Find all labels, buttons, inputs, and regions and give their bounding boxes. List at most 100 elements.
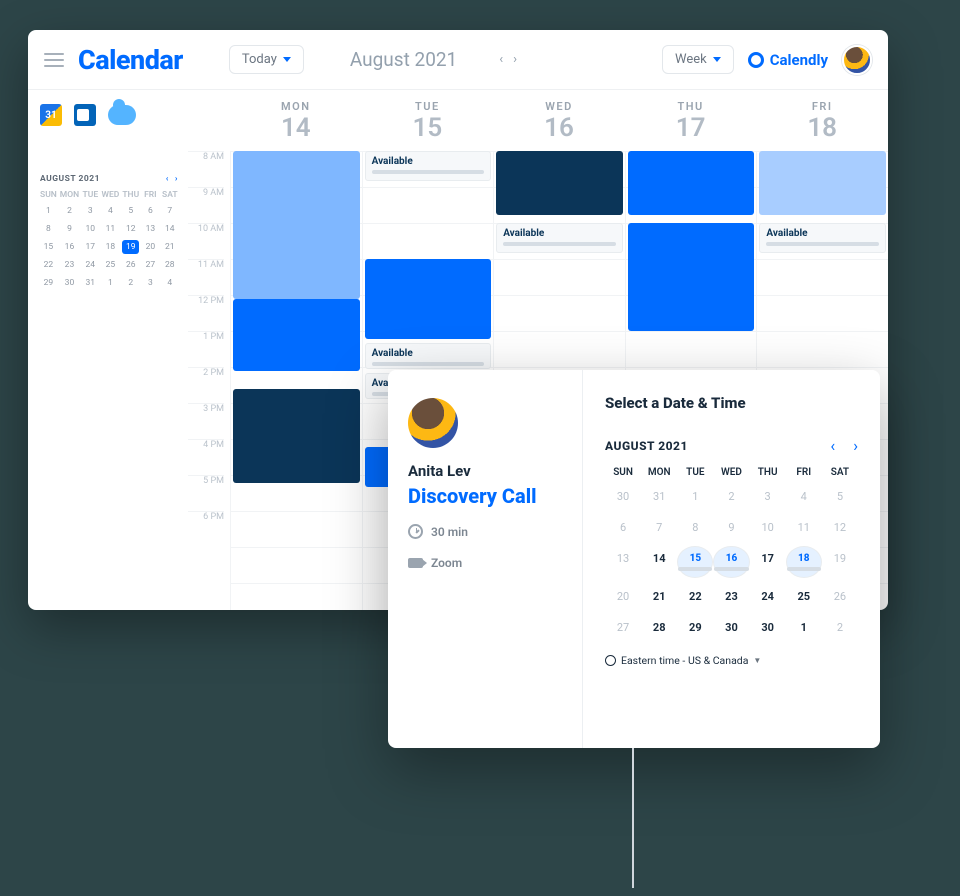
mini-day[interactable]: 22 bbox=[40, 258, 57, 272]
picker-day[interactable]: 27 bbox=[605, 615, 641, 640]
mini-day[interactable]: 1 bbox=[40, 204, 57, 218]
calendly-badge[interactable]: Calendly bbox=[748, 51, 828, 69]
mini-day[interactable]: 24 bbox=[82, 258, 98, 272]
event-block[interactable] bbox=[365, 259, 492, 339]
mini-day[interactable]: 3 bbox=[142, 276, 158, 290]
mini-day[interactable]: 27 bbox=[142, 258, 158, 272]
calendly-icon bbox=[748, 52, 764, 68]
mini-day[interactable]: 30 bbox=[60, 276, 79, 290]
menu-icon[interactable] bbox=[44, 53, 64, 67]
outlook-icon[interactable] bbox=[74, 104, 96, 126]
event-block[interactable] bbox=[759, 151, 886, 215]
timezone-selector[interactable]: Eastern time - US & Canada ▼ bbox=[605, 654, 858, 667]
event-block[interactable] bbox=[496, 151, 623, 215]
picker-day[interactable]: 12 bbox=[822, 515, 858, 540]
available-slot[interactable]: Available bbox=[759, 223, 886, 253]
mini-day[interactable]: 18 bbox=[102, 240, 120, 254]
mini-day[interactable]: 20 bbox=[142, 240, 158, 254]
event-block[interactable] bbox=[628, 223, 755, 331]
picker-day[interactable]: 2 bbox=[713, 484, 749, 509]
picker-day[interactable]: 2 bbox=[822, 615, 858, 640]
mini-day[interactable]: 28 bbox=[162, 258, 178, 272]
picker-day[interactable]: 30 bbox=[713, 615, 749, 640]
picker-prev-button[interactable]: ‹ bbox=[830, 436, 835, 455]
picker-day[interactable]: 22 bbox=[677, 584, 713, 609]
mini-day[interactable]: 16 bbox=[60, 240, 79, 254]
mini-day[interactable]: 17 bbox=[82, 240, 98, 254]
picker-day[interactable]: 16 bbox=[713, 546, 749, 578]
mini-day[interactable]: 4 bbox=[102, 204, 120, 218]
mini-day[interactable]: 10 bbox=[82, 222, 98, 236]
mini-day[interactable]: 25 bbox=[102, 258, 120, 272]
picker-day[interactable]: 30 bbox=[605, 484, 641, 509]
available-slot[interactable]: Available bbox=[496, 223, 623, 253]
mini-day[interactable]: 2 bbox=[122, 276, 139, 290]
mini-day[interactable]: 19 bbox=[122, 240, 139, 254]
mini-day[interactable]: 7 bbox=[162, 204, 178, 218]
picker-day[interactable]: 6 bbox=[605, 515, 641, 540]
mini-day[interactable]: 6 bbox=[142, 204, 158, 218]
today-button[interactable]: Today bbox=[229, 45, 304, 74]
picker-day[interactable]: 31 bbox=[641, 484, 677, 509]
mini-day[interactable]: 4 bbox=[162, 276, 178, 290]
picker-day[interactable]: 18 bbox=[786, 546, 822, 578]
picker-day[interactable]: 3 bbox=[750, 484, 786, 509]
mini-day[interactable]: 3 bbox=[82, 204, 98, 218]
mini-next-button[interactable]: › bbox=[175, 174, 178, 184]
mini-day[interactable]: 5 bbox=[122, 204, 139, 218]
picker-day[interactable]: 5 bbox=[822, 484, 858, 509]
mini-day[interactable]: 11 bbox=[102, 222, 120, 236]
caret-down-icon bbox=[713, 57, 721, 62]
mini-day[interactable]: 8 bbox=[40, 222, 57, 236]
mini-prev-button[interactable]: ‹ bbox=[166, 174, 169, 184]
picker-day[interactable]: 20 bbox=[605, 584, 641, 609]
picker-day[interactable]: 13 bbox=[605, 546, 641, 578]
user-avatar[interactable] bbox=[842, 45, 872, 75]
picker-day[interactable]: 21 bbox=[641, 584, 677, 609]
picker-day[interactable]: 8 bbox=[677, 515, 713, 540]
mini-day[interactable]: 21 bbox=[162, 240, 178, 254]
picker-day[interactable]: 19 bbox=[822, 546, 858, 578]
mini-day[interactable]: 31 bbox=[82, 276, 98, 290]
picker-day[interactable]: 25 bbox=[786, 584, 822, 609]
mini-day[interactable]: 23 bbox=[60, 258, 79, 272]
picker-day[interactable]: 29 bbox=[677, 615, 713, 640]
event-block[interactable] bbox=[233, 151, 360, 299]
next-period-button[interactable]: › bbox=[513, 52, 517, 67]
mini-day[interactable]: 29 bbox=[40, 276, 57, 290]
view-selector[interactable]: Week bbox=[662, 45, 734, 74]
picker-day[interactable]: 11 bbox=[786, 515, 822, 540]
picker-day[interactable]: 10 bbox=[750, 515, 786, 540]
mini-day[interactable]: 26 bbox=[122, 258, 139, 272]
picker-day[interactable]: 26 bbox=[822, 584, 858, 609]
picker-day[interactable]: 28 bbox=[641, 615, 677, 640]
available-slot[interactable]: Available bbox=[365, 151, 492, 181]
picker-day[interactable]: 30 bbox=[750, 615, 786, 640]
available-slot[interactable]: Available bbox=[365, 343, 492, 369]
picker-day[interactable]: 15 bbox=[677, 546, 713, 578]
cloud-icon[interactable] bbox=[108, 105, 136, 125]
mini-day[interactable]: 13 bbox=[142, 222, 158, 236]
event-block[interactable] bbox=[233, 389, 360, 483]
mini-day[interactable]: 14 bbox=[162, 222, 178, 236]
picker-day[interactable]: 9 bbox=[713, 515, 749, 540]
picker-day[interactable]: 17 bbox=[750, 546, 786, 578]
picker-day[interactable]: 4 bbox=[786, 484, 822, 509]
event-block[interactable] bbox=[628, 151, 755, 215]
mini-day[interactable]: 12 bbox=[122, 222, 139, 236]
picker-day[interactable]: 1 bbox=[677, 484, 713, 509]
mini-day[interactable]: 2 bbox=[60, 204, 79, 218]
mini-day[interactable]: 1 bbox=[102, 276, 120, 290]
picker-next-button[interactable]: › bbox=[853, 436, 858, 455]
google-calendar-icon[interactable]: 31 bbox=[40, 104, 62, 126]
today-label: Today bbox=[242, 52, 277, 67]
picker-day[interactable]: 7 bbox=[641, 515, 677, 540]
picker-day[interactable]: 24 bbox=[750, 584, 786, 609]
prev-period-button[interactable]: ‹ bbox=[499, 52, 503, 67]
picker-day[interactable]: 14 bbox=[641, 546, 677, 578]
mini-day[interactable]: 9 bbox=[60, 222, 79, 236]
event-block[interactable] bbox=[233, 299, 360, 371]
mini-day[interactable]: 15 bbox=[40, 240, 57, 254]
picker-day[interactable]: 1 bbox=[786, 615, 822, 640]
picker-day[interactable]: 23 bbox=[713, 584, 749, 609]
